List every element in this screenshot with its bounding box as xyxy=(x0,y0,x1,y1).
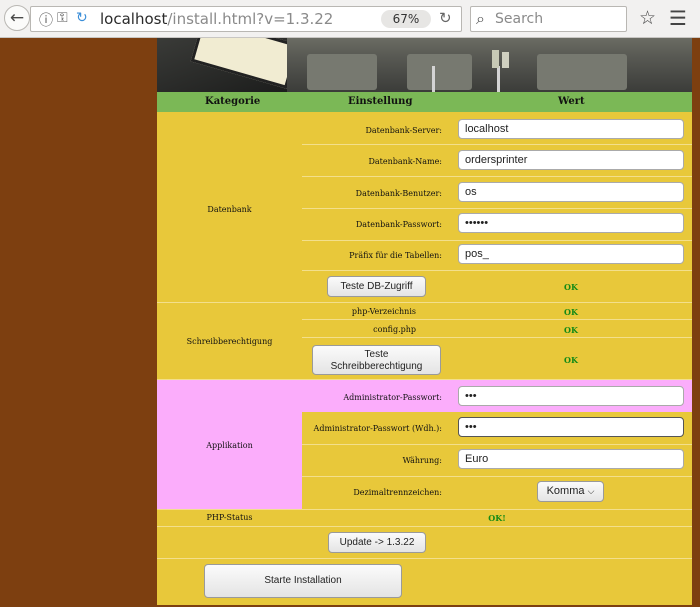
header-setting: Einstellung xyxy=(348,96,413,107)
db-password-label: Datenbank-Passwort: xyxy=(355,220,442,229)
test-write-permission-line2: Schreibberechtigung xyxy=(330,361,423,372)
hamburger-menu-icon[interactable]: ☰ xyxy=(669,6,687,30)
write-test-status: OK xyxy=(564,355,578,365)
currency-input[interactable]: Euro xyxy=(458,449,684,469)
php-status-value: OK! xyxy=(488,513,506,523)
header-category: Kategorie xyxy=(205,96,261,107)
db-test-status: OK xyxy=(564,282,578,292)
table-prefix-label: Präfix für die Tabellen: xyxy=(349,251,442,260)
url-host: localhost xyxy=(100,10,168,28)
bookmark-star-icon[interactable]: ☆ xyxy=(639,7,656,29)
search-input[interactable]: ⌕ Search xyxy=(470,6,627,32)
decimal-separator-select[interactable]: Komma ⌵ xyxy=(537,481,604,502)
decimal-separator-value: Komma xyxy=(546,485,585,497)
admin-password-repeat-input[interactable]: ••• xyxy=(458,417,684,437)
search-icon: ⌕ xyxy=(476,9,485,28)
url-text[interactable]: localhost/install.html?v=1.3.22 xyxy=(100,10,333,28)
test-db-button[interactable]: Teste DB-Zugriff xyxy=(327,276,426,297)
php-status-label: PHP-Status xyxy=(206,513,253,522)
category-application: Applikation xyxy=(206,441,253,450)
header-banner-image xyxy=(157,38,692,92)
config-php-status: OK xyxy=(564,325,578,335)
test-write-permission-line1: Teste xyxy=(364,349,389,360)
db-server-label: Datenbank-Server: xyxy=(365,126,442,135)
admin-password-input[interactable]: ••• xyxy=(458,386,684,406)
db-server-input[interactable]: localhost xyxy=(458,119,684,139)
test-write-permission-button[interactable]: Teste Schreibberechtigung xyxy=(312,345,441,375)
zoom-badge[interactable]: 67% xyxy=(381,10,431,28)
db-name-input[interactable]: ordersprinter xyxy=(458,150,684,170)
reload-indicator-icon: ↻ xyxy=(76,10,88,26)
chevron-down-icon: ⌵ xyxy=(587,486,595,496)
category-database: Datenbank xyxy=(207,205,252,214)
url-path: /install.html?v=1.3.22 xyxy=(167,10,334,28)
info-icon[interactable]: ⓘ xyxy=(39,10,53,30)
config-php-label: config.php xyxy=(373,325,416,334)
key-icon: ⚿ xyxy=(57,10,68,26)
category-write-permissions: Schreibberechtigung xyxy=(186,337,273,346)
table-prefix-input[interactable]: pos_ xyxy=(458,244,684,264)
db-name-label: Datenbank-Name: xyxy=(368,157,442,166)
admin-password-repeat-label: Administrator-Passwort (Wdh.): xyxy=(313,424,442,433)
table-header: Kategorie Einstellung Wert xyxy=(157,92,692,112)
admin-password-label: Administrator-Passwort: xyxy=(343,393,442,402)
reload-icon[interactable]: ↻ xyxy=(439,9,452,27)
start-installation-button[interactable]: Starte Installation xyxy=(204,564,402,598)
back-arrow-icon[interactable]: ← xyxy=(4,5,30,31)
php-dir-label: php-Verzeichnis xyxy=(351,307,416,316)
currency-label: Währung: xyxy=(402,456,442,465)
db-password-input[interactable]: •••••• xyxy=(458,213,684,233)
install-page: Kategorie Einstellung Wert Datenbank Dat… xyxy=(157,38,692,605)
header-value: Wert xyxy=(558,96,585,107)
decimal-separator-label: Dezimaltrennzeichen: xyxy=(353,488,442,497)
browser-toolbar: ← ⓘ ⚿ ↻ localhost/install.html?v=1.3.22 … xyxy=(0,0,700,38)
php-dir-status: OK xyxy=(564,307,578,317)
search-placeholder: Search xyxy=(495,11,544,27)
address-bar[interactable]: ⓘ ⚿ ↻ localhost/install.html?v=1.3.22 67… xyxy=(30,6,462,32)
db-user-label: Datenbank-Benutzer: xyxy=(355,189,442,198)
update-button[interactable]: Update -> 1.3.22 xyxy=(328,532,426,553)
db-user-input[interactable]: os xyxy=(458,182,684,202)
